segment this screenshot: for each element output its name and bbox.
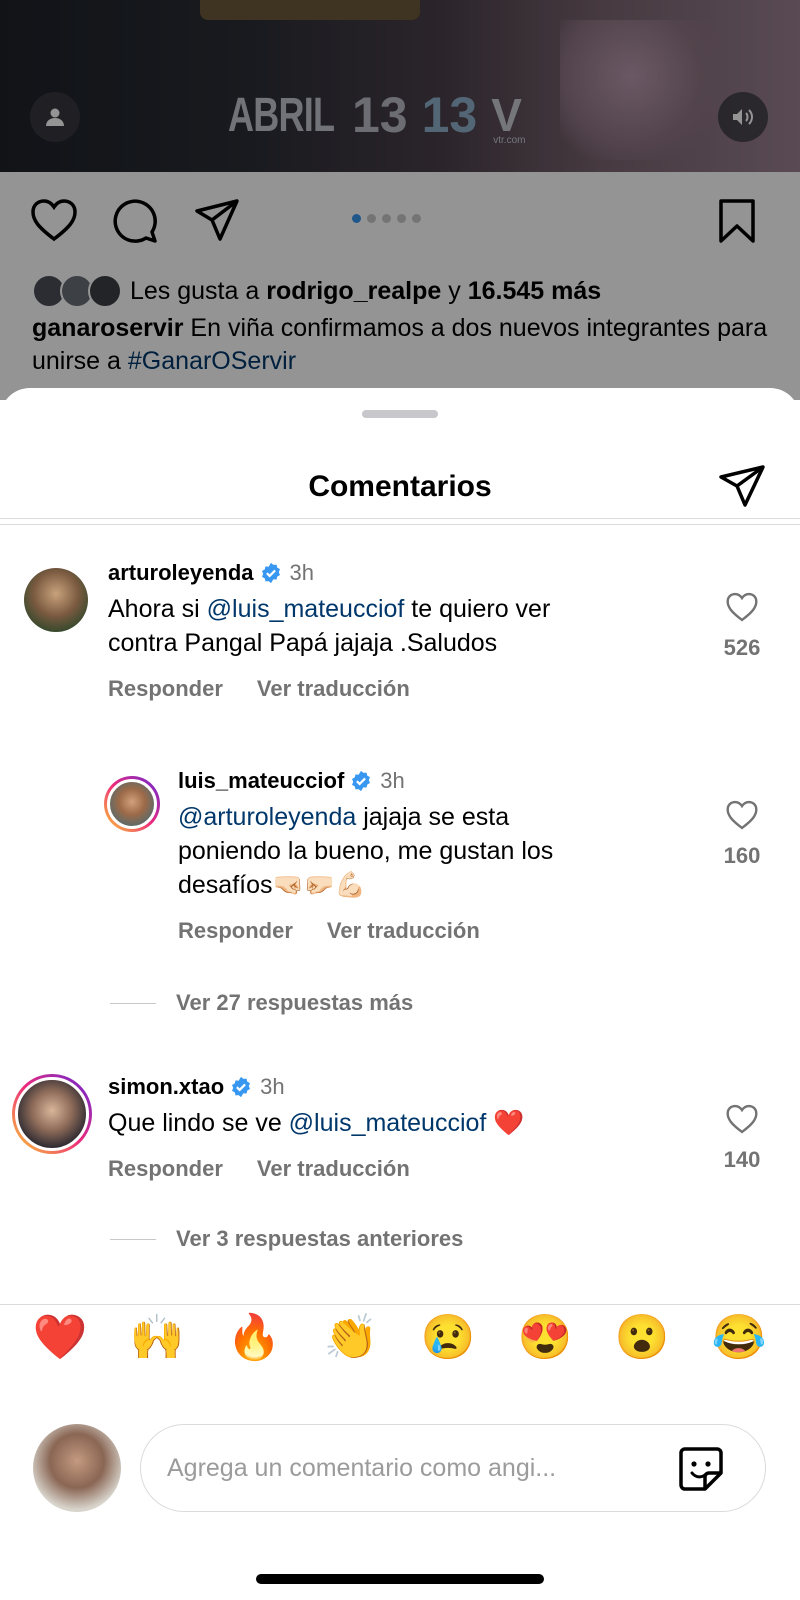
like-count: 160 [723, 843, 761, 868]
comment-like[interactable]: 160 [712, 800, 772, 869]
text-segment: contra Pangal Papá jajaja .Saludos [108, 629, 498, 657]
emoji-fire[interactable]: 🔥 [224, 1310, 284, 1366]
drag-handle[interactable] [362, 410, 438, 418]
view-previous-replies-label: Ver 3 respuestas anteriores [176, 1226, 464, 1251]
comment-time: 3h [380, 768, 405, 793]
comment-like[interactable]: 140 [712, 1104, 772, 1173]
comment-like[interactable]: 526 [712, 592, 772, 661]
comment-actions: Responder Ver traducción [178, 918, 480, 944]
verified-badge-icon [261, 562, 280, 584]
emoji-quick-reactions: ❤️ 🙌 🔥 👏 😢 😍 😮 😂 [0, 1310, 800, 1380]
view-previous-replies[interactable]: Ver 3 respuestas anteriores [110, 1226, 463, 1252]
reply-button[interactable]: Responder [108, 676, 223, 702]
comment-header: simon.xtao 3h [108, 1074, 285, 1100]
text-segment: Ahora si [108, 595, 207, 623]
verified-badge-icon [352, 770, 371, 792]
mention-link[interactable]: @luis_mateucciof [207, 595, 405, 623]
text-segment: desafíos🤜🏻🤛🏻💪🏻 [178, 871, 366, 899]
heart-icon[interactable] [725, 1104, 759, 1134]
heart-icon[interactable] [725, 592, 759, 622]
comment-composer[interactable] [140, 1424, 766, 1512]
comment-actions: Responder Ver traducción [108, 1156, 410, 1182]
comment-text: Que lindo se ve @luis_mateucciof ❤️ [108, 1106, 688, 1140]
emoji-crying[interactable]: 😢 [418, 1310, 478, 1366]
divider [0, 518, 800, 519]
divider [0, 524, 800, 525]
sheet-title: Comentarios [308, 470, 492, 503]
translate-button[interactable]: Ver traducción [257, 1156, 410, 1182]
avatar-image [107, 779, 157, 829]
translate-button[interactable]: Ver traducción [257, 676, 410, 702]
avatar[interactable] [12, 1074, 92, 1154]
text-segment: ❤️ [486, 1109, 525, 1137]
text-segment: jajaja se esta [356, 803, 510, 831]
heart-icon[interactable] [725, 800, 759, 830]
comment-username[interactable]: luis_mateucciof [178, 768, 344, 794]
divider-line [110, 1002, 156, 1004]
avatar[interactable] [24, 568, 88, 632]
comment-header: arturoleyenda 3h [108, 560, 314, 586]
reply-button[interactable]: Responder [178, 918, 293, 944]
emoji-laughing[interactable]: 😂 [709, 1310, 769, 1366]
emoji-raised-hands[interactable]: 🙌 [127, 1310, 187, 1366]
view-more-replies-label: Ver 27 respuestas más [176, 990, 414, 1015]
reply-button[interactable]: Responder [108, 1156, 223, 1182]
like-count: 526 [723, 635, 761, 660]
comment-input[interactable] [167, 1425, 647, 1511]
mention-link[interactable]: @luis_mateucciof [289, 1109, 487, 1137]
comment-username[interactable]: simon.xtao [108, 1074, 224, 1100]
like-count: 140 [723, 1147, 761, 1172]
comment-time: 3h [289, 560, 314, 585]
text-segment: poniendo la bueno, me gustan los [178, 837, 554, 865]
avatar-image [15, 1077, 89, 1151]
background-post: ABRIL 13 13 Vvtr.com Les gusta a rodrigo… [0, 0, 800, 400]
divider-line [110, 1238, 156, 1240]
emoji-heart-eyes[interactable]: 😍 [515, 1310, 575, 1366]
comment-text: @arturoleyenda jajaja se esta poniendo l… [178, 800, 688, 902]
emoji-surprised[interactable]: 😮 [612, 1310, 672, 1366]
comment-text: Ahora si @luis_mateucciof te quiero ver … [108, 592, 688, 660]
verified-badge-icon [232, 1076, 251, 1098]
text-segment: te quiero ver [404, 595, 551, 623]
overlay-dim[interactable] [0, 0, 800, 400]
emoji-clap[interactable]: 👏 [321, 1310, 381, 1366]
mention-link[interactable]: @arturoleyenda [178, 803, 356, 831]
comment-header: luis_mateucciof 3h [178, 768, 405, 794]
comment-actions: Responder Ver traducción [108, 676, 410, 702]
comment-username[interactable]: arturoleyenda [108, 560, 254, 586]
send-icon[interactable] [718, 464, 766, 508]
current-user-avatar [33, 1424, 121, 1512]
divider [0, 1304, 800, 1305]
view-more-replies[interactable]: Ver 27 respuestas más [110, 990, 413, 1016]
comment-time: 3h [260, 1074, 285, 1099]
text-segment: Que lindo se ve [108, 1109, 289, 1137]
translate-button[interactable]: Ver traducción [327, 918, 480, 944]
emoji-heart[interactable]: ❤️ [30, 1310, 90, 1366]
sticker-icon[interactable] [677, 1445, 725, 1493]
home-indicator[interactable] [256, 1574, 544, 1584]
avatar[interactable] [104, 776, 160, 832]
